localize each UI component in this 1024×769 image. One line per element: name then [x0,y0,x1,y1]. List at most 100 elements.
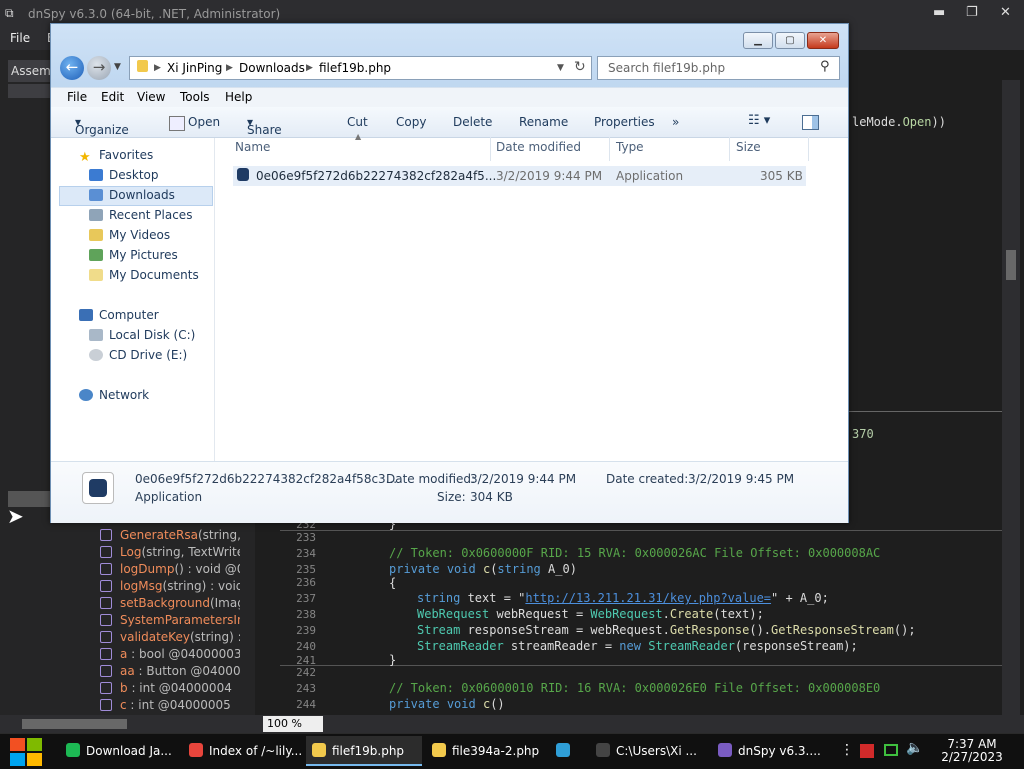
nav-my-documents[interactable]: My Documents [89,268,199,282]
code-scrollbar-thumb[interactable] [1006,250,1016,280]
code-vertical-scrollbar[interactable] [1002,80,1020,720]
dnspy-menu-file[interactable]: File [10,31,30,45]
tree-member[interactable]: logMsg(string) : void [100,579,240,596]
explorer-minimize-button[interactable]: ▁ [743,32,773,49]
start-button[interactable] [10,738,42,766]
file-list[interactable] [215,138,848,461]
close-icon[interactable]: ✕ [1000,5,1011,20]
breadcrumb-chevron-icon[interactable]: ▶ [154,63,161,73]
taskbar-item[interactable]: filef19b.php [306,736,422,766]
search-box[interactable]: Search filef19b.php ⚲ [597,56,840,80]
taskbar-clock[interactable]: 7:37 AM 2/27/2023 [930,738,1014,764]
menu-edit[interactable]: Edit [101,90,124,104]
tree-member[interactable]: validateKey(string) : b [100,630,240,647]
breadcrumb-chevron-icon[interactable]: ▶ [226,63,233,73]
breadcrumb-item[interactable]: filef19b.php [319,61,391,75]
explorer-close-button[interactable]: ✕ [807,32,839,49]
column-divider[interactable] [729,137,730,161]
tree-member[interactable]: GenerateRsa(string, [100,528,240,545]
back-arrow-icon[interactable]: ← [60,56,84,80]
assembly-explorer-tab[interactable]: Assem [8,60,53,82]
tree-member[interactable]: b : int @04000004 [100,681,240,698]
column-divider[interactable] [808,137,809,161]
nav-computer[interactable]: Computer [79,308,159,322]
nav-desktop[interactable]: Desktop [89,168,159,182]
column-header-type[interactable]: Type [616,140,644,154]
member-name: c [120,698,127,712]
column-divider[interactable] [609,137,610,161]
display-tray-icon[interactable] [884,744,898,756]
code-line-239: Stream responseStream = webRequest.GetRe… [417,623,916,637]
taskbar-item[interactable] [550,736,584,766]
address-dropdown-icon[interactable]: ▼ [557,63,564,73]
cut-button[interactable]: Cut [347,115,368,129]
code-line-244: private void c() [389,697,505,711]
address-bar[interactable]: ▶ Xi JinPing ▶ Downloads ▶ filef19b.php … [129,56,592,80]
refresh-icon[interactable]: ↻ [574,59,586,75]
details-file-name: 0e06e9f5f272d6b22274382cf282a4f58c3... [135,472,398,486]
copy-button[interactable]: Copy [396,115,426,129]
column-header-date[interactable]: Date modified [496,140,581,154]
tree-member[interactable]: SystemParametersInf [100,613,240,630]
tree-member[interactable]: a : bool @04000003 [100,647,240,664]
nav-my-pictures[interactable]: My Pictures [89,248,178,262]
delete-button[interactable]: Delete [453,115,492,129]
windows-logo-icon [27,738,42,751]
menu-view[interactable]: View [137,90,165,104]
open-button[interactable]: Open [188,115,220,129]
nav-favorites[interactable]: ★ Favorites [79,148,153,165]
zoom-select[interactable]: 100 % [263,716,323,732]
properties-button[interactable]: Properties [594,115,655,129]
nav-local-disk[interactable]: Local Disk (C:) [89,328,195,342]
tree-member[interactable]: aa : Button @040000 [100,664,240,681]
method-icon [100,580,112,592]
maximize-icon[interactable]: ❐ [966,5,978,20]
view-options-icon[interactable]: ☷ ▾ [748,113,770,128]
preview-pane-icon[interactable] [802,115,819,130]
c2-url-link[interactable]: http://13.211.21.31/key.php?value= [525,591,771,605]
menu-help[interactable]: Help [225,90,252,104]
breadcrumb-item[interactable]: Downloads [239,61,305,75]
overflow-menu-icon[interactable]: ⋮ [840,742,854,758]
tree-member[interactable]: c : int @04000005 [100,698,240,715]
assembly-explorer-row[interactable] [8,84,53,98]
nav-cd-drive[interactable]: CD Drive (E:) [89,348,187,362]
flag-tray-icon[interactable] [860,744,874,758]
taskbar-item[interactable]: file394a-2.php [426,736,546,766]
taskbar-item[interactable]: dnSpy v6.3.... [712,736,834,766]
share-with-button[interactable]: Share with ▾ [247,115,282,151]
nav-network[interactable]: Network [79,388,149,402]
menu-tools[interactable]: Tools [180,90,210,104]
taskbar-item[interactable]: Index of /~lily... [183,736,302,766]
history-dropdown-icon[interactable]: ▼ [114,62,121,72]
line-number: 237 [296,592,316,605]
column-header-size[interactable]: Size [736,140,761,154]
forward-arrow-icon[interactable]: → [87,56,111,80]
more-commands-button[interactable]: » [672,115,679,129]
tree-member[interactable]: Log(string, TextWrite [100,545,240,562]
explorer-maximize-button[interactable]: ▢ [775,32,805,49]
column-header-name[interactable]: Name [235,140,270,154]
breadcrumb-item[interactable]: Xi JinPing [167,61,222,75]
search-input[interactable]: Search filef19b.php [608,61,725,75]
nav-recent-places[interactable]: Recent Places [89,208,192,222]
volume-icon[interactable]: 🔈 [906,740,923,756]
tree-member[interactable]: logDump() : void @0 [100,562,240,579]
search-icon[interactable]: ⚲ [820,59,830,74]
nav-my-videos[interactable]: My Videos [89,228,170,242]
breadcrumb-chevron-icon[interactable]: ▶ [306,63,313,73]
column-divider[interactable] [490,137,491,161]
line-number: 238 [296,608,316,621]
menu-file[interactable]: File [67,90,87,104]
nav-downloads[interactable]: Downloads [89,188,175,202]
taskbar-item[interactable]: Download Ja... [60,736,178,766]
member-signature: (string, [198,528,240,542]
minimize-icon[interactable]: ▬ [933,5,945,20]
organize-button[interactable]: Organize ▾ [75,115,129,137]
tree-scrollbar-thumb[interactable] [22,719,127,729]
taskbar-item[interactable]: C:\Users\Xi ... [590,736,706,766]
rename-button[interactable]: Rename [519,115,568,129]
file-name[interactable]: 0e06e9f5f272d6b22274382cf282a4f5... [256,169,496,183]
tree-member[interactable]: setBackground(Image [100,596,240,613]
dnspy-app-icon: ⧉ [5,6,14,20]
